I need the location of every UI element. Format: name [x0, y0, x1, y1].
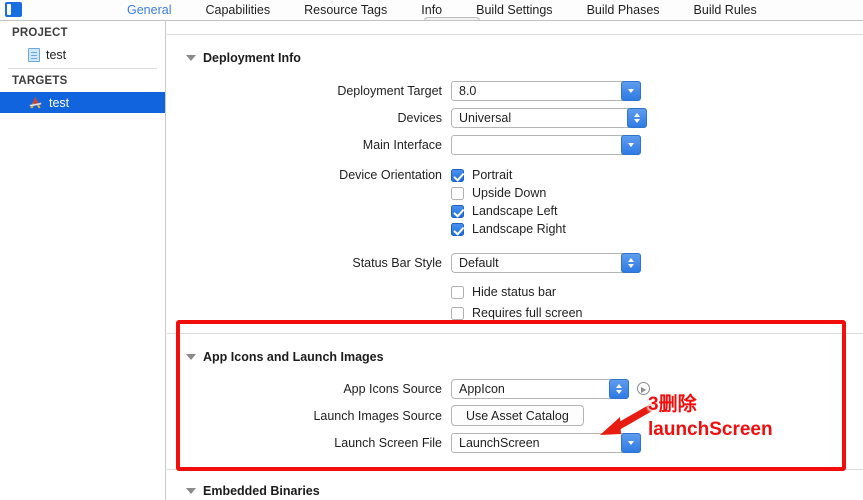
- row-orientation-portrait: Device Orientation Portrait: [167, 166, 863, 184]
- navigator-toggle-icon[interactable]: [5, 2, 22, 17]
- checkbox-requires-full-screen[interactable]: [451, 306, 464, 320]
- app-icons-source-value: AppIcon: [459, 381, 505, 396]
- row-orientation-upside-down: Upside Down: [167, 184, 863, 202]
- chevron-down-icon: [628, 142, 634, 147]
- deployment-target-dropdown-arrow[interactable]: [621, 80, 641, 101]
- chevron-up-icon: [616, 383, 622, 388]
- devices-popup-arrows[interactable]: [627, 107, 647, 128]
- sidebar-item-target-test[interactable]: test: [0, 92, 165, 113]
- checkbox-portrait-label: Portrait: [472, 168, 513, 182]
- sidebar-item-project-test[interactable]: test: [0, 44, 165, 65]
- launch-screen-file-label: Launch Screen File: [334, 435, 442, 450]
- chevron-down-icon: [628, 88, 634, 93]
- deployment-target-value: 8.0: [459, 83, 477, 98]
- chevron-down-icon: [628, 263, 634, 268]
- checkbox-upside-down[interactable]: [451, 186, 464, 200]
- section-separator-embedded-binaries: [167, 469, 863, 470]
- section-title: Deployment Info: [203, 51, 301, 65]
- checkbox-hide-status-bar[interactable]: [451, 285, 464, 299]
- row-orientation-landscape-right: Landscape Right: [167, 220, 863, 238]
- devices-value: Universal: [459, 110, 512, 125]
- section-title: App Icons and Launch Images: [203, 350, 384, 364]
- project-targets-sidebar: PROJECT test TARGETS test: [0, 21, 166, 500]
- annotation-line-1: 3删除: [648, 394, 697, 415]
- checkbox-landscape-left[interactable]: [451, 204, 464, 218]
- app-icons-source-popup-arrows[interactable]: [609, 378, 629, 399]
- sidebar-group-project: PROJECT: [12, 27, 68, 39]
- editor-tab-bar: General Capabilities Resource Tags Info …: [0, 0, 863, 24]
- xcode-general-settings-window: General Capabilities Resource Tags Info …: [0, 0, 863, 500]
- status-bar-style-popup-button[interactable]: Default: [451, 252, 641, 273]
- use-asset-catalog-button[interactable]: Use Asset Catalog: [451, 405, 584, 426]
- launch-images-source-label: Launch Images Source: [313, 408, 442, 423]
- row-deployment-target: Deployment Target 8.0: [167, 77, 863, 104]
- status-bar-style-label: Status Bar Style: [352, 255, 442, 270]
- section-separator-app-icons: [167, 333, 863, 334]
- tab-general[interactable]: General: [110, 0, 188, 21]
- status-bar-style-value: Default: [459, 255, 499, 270]
- row-orientation-landscape-left: Landscape Left: [167, 202, 863, 220]
- navigator-toggle-right-pane: [11, 4, 20, 15]
- row-requires-full-screen: Requires full screen: [167, 304, 863, 322]
- app-icons-source-popup-button[interactable]: AppIcon: [451, 378, 629, 399]
- disclosure-triangle-icon[interactable]: [186, 488, 196, 494]
- disclosure-triangle-icon[interactable]: [186, 354, 196, 360]
- disclosure-triangle-icon[interactable]: [186, 55, 196, 61]
- tab-resource-tags[interactable]: Resource Tags: [287, 0, 404, 21]
- section-header-app-icons[interactable]: App Icons and Launch Images: [167, 350, 863, 364]
- chevron-up-icon: [628, 257, 634, 262]
- row-main-interface: Main Interface: [167, 131, 863, 158]
- annotation-line-2: launchScreen: [648, 419, 773, 440]
- checkbox-landscape-right[interactable]: [451, 222, 464, 236]
- section-separator-top: [167, 34, 863, 35]
- status-bar-style-popup-arrows[interactable]: [621, 252, 641, 273]
- chevron-down-icon: [616, 389, 622, 394]
- row-status-bar-style: Status Bar Style Default: [167, 249, 863, 276]
- deployment-target-combobox[interactable]: 8.0: [451, 80, 641, 101]
- main-interface-dropdown-arrow[interactable]: [621, 134, 641, 155]
- checkbox-upside-down-label: Upside Down: [472, 186, 547, 200]
- sidebar-item-label: test: [49, 95, 70, 110]
- main-interface-combobox[interactable]: [451, 134, 641, 155]
- devices-popup-button[interactable]: Universal: [451, 107, 647, 128]
- chevron-up-icon: [634, 112, 640, 117]
- sidebar-item-label: test: [46, 47, 67, 62]
- section-title: Embedded Binaries: [203, 484, 320, 498]
- checkbox-landscape-left-label: Landscape Left: [472, 204, 558, 218]
- deployment-target-label: Deployment Target: [337, 83, 442, 98]
- tab-capabilities[interactable]: Capabilities: [188, 0, 287, 21]
- section-header-embedded-binaries[interactable]: Embedded Binaries: [167, 484, 863, 498]
- annotation-text: 3删除 launchScreen: [648, 392, 773, 442]
- main-interface-label: Main Interface: [362, 137, 442, 152]
- checkbox-portrait[interactable]: [451, 168, 464, 182]
- devices-label: Devices: [397, 110, 442, 125]
- tab-build-phases[interactable]: Build Phases: [570, 0, 677, 21]
- checkbox-landscape-right-label: Landscape Right: [472, 222, 566, 236]
- checkbox-requires-full-screen-label: Requires full screen: [472, 306, 583, 320]
- tab-build-rules[interactable]: Build Rules: [677, 0, 774, 21]
- launch-screen-file-value: LaunchScreen: [459, 435, 540, 450]
- section-header-deployment-info[interactable]: Deployment Info: [167, 51, 863, 65]
- checkbox-hide-status-bar-label: Hide status bar: [472, 285, 557, 299]
- app-icons-source-label: App Icons Source: [343, 381, 442, 396]
- chevron-down-icon: [628, 440, 634, 445]
- device-orientation-label: Device Orientation: [339, 168, 442, 182]
- project-file-icon: [28, 47, 40, 62]
- app-target-icon: [29, 96, 42, 108]
- row-hide-status-bar: Hide status bar: [167, 283, 863, 301]
- sidebar-group-targets: TARGETS: [12, 75, 68, 87]
- row-devices: Devices Universal: [167, 104, 863, 131]
- chevron-down-icon: [634, 118, 640, 123]
